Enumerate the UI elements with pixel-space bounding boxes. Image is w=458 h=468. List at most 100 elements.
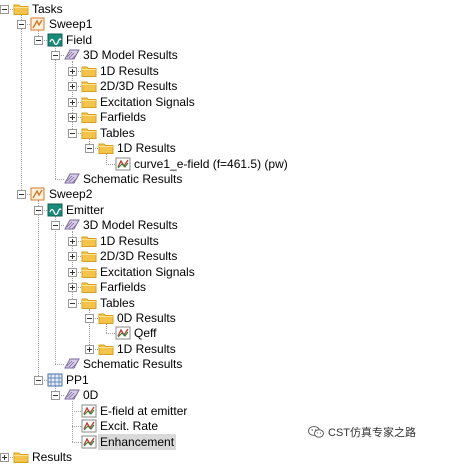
tree-item-label: 2D/3D Results (100, 79, 178, 94)
tree-item-label: Schematic Results (83, 171, 183, 186)
tree-item-tasks[interactable]: Tasks (0, 1, 458, 17)
expand-icon[interactable] (68, 267, 77, 277)
expand-icon[interactable] (68, 82, 77, 92)
collapse-icon[interactable] (0, 5, 9, 14)
tree-item-1d-results-2[interactable]: 1D Results (68, 233, 458, 249)
tree-item-3d-model-results-1[interactable]: 3D Model Results (51, 47, 458, 63)
expand-icon[interactable] (68, 66, 77, 76)
tree-item-0d-results[interactable]: 0D Results (85, 310, 458, 326)
results-icon (64, 218, 80, 232)
folder-icon (81, 234, 97, 248)
tree-item-label: 3D Model Results (83, 218, 178, 233)
folder-icon (98, 342, 114, 356)
tree-item-label: 0D Results (117, 311, 176, 325)
tree-item-excitation-signals-1[interactable]: Excitation Signals (68, 94, 458, 110)
tree-item-tables-1d-results-2[interactable]: 1D Results (85, 341, 458, 357)
tree-item-qeff[interactable]: Qeff (102, 325, 458, 341)
folder-icon (81, 79, 97, 93)
wechat-icon (308, 426, 324, 438)
collapse-icon[interactable] (51, 391, 60, 401)
tree-item-farfields-2[interactable]: Farfields (68, 279, 458, 295)
expand-icon[interactable] (68, 283, 77, 293)
curve-icon (81, 404, 97, 418)
folder-icon (81, 280, 97, 294)
sweep-icon (30, 17, 46, 31)
collapse-icon[interactable] (34, 35, 43, 45)
tree-item-emitter[interactable]: Emitter (34, 202, 458, 218)
collapse-icon[interactable] (17, 190, 26, 200)
tree-item-label: 1D Results (117, 141, 176, 156)
curve-icon (115, 157, 131, 171)
tree-item-3d-model-results-2[interactable]: 3D Model Results (51, 217, 458, 233)
tree-connector (38, 200, 39, 380)
tree-item-label: Tables (100, 125, 135, 140)
expand-icon[interactable] (0, 453, 9, 463)
tree-item-label: 1D Results (117, 341, 176, 356)
tree-item-sweep2[interactable]: Sweep2 (17, 186, 458, 202)
tree-item-label: curve1_e-field (f=461.5) (pw) (134, 156, 288, 171)
tree-connector (21, 15, 22, 195)
tree-item-label: Qeff (134, 326, 157, 341)
expand-icon[interactable] (68, 97, 77, 107)
tree-item-curve1[interactable]: curve1_e-field (f=461.5) (pw) (102, 156, 458, 172)
curve-icon (115, 326, 131, 340)
folder-icon (13, 450, 29, 464)
results-icon (64, 48, 80, 62)
monitor-icon (47, 203, 63, 217)
folder-icon (81, 126, 97, 140)
folder-icon (81, 110, 97, 124)
tree-item-schematic-results-1[interactable]: Schematic Results (51, 171, 458, 187)
collapse-icon[interactable] (85, 144, 94, 154)
tree-item-tables-2[interactable]: Tables (68, 295, 458, 311)
tree-item-tables-1d-results-1[interactable]: 1D Results (85, 140, 458, 156)
watermark-text: CST仿真专家之路 (328, 427, 416, 439)
tree-item-label: E-field at emitter (100, 403, 188, 418)
tree-item-label: Sweep2 (49, 187, 93, 202)
tree-item-label: 1D Results (100, 233, 159, 248)
tree-item-label: Field (66, 32, 93, 47)
expand-icon[interactable] (85, 344, 94, 354)
tree-item-field[interactable]: Field (34, 32, 458, 48)
expand-icon[interactable] (68, 236, 77, 246)
curve-icon (81, 419, 97, 433)
tree-item-label: Results (32, 450, 73, 465)
tree-item-2d3d-results-1[interactable]: 2D/3D Results (68, 78, 458, 94)
collapse-icon[interactable] (51, 51, 60, 61)
tree-item-excitation-signals-2[interactable]: Excitation Signals (68, 264, 458, 280)
tree-item-label: Farfields (100, 280, 147, 295)
tree-item-sweep1[interactable]: Sweep1 (17, 16, 458, 32)
results-icon (64, 357, 80, 371)
tree-item-0d[interactable]: 0D (51, 387, 458, 403)
tree-item-2d3d-results-2[interactable]: 2D/3D Results (68, 248, 458, 264)
expand-icon[interactable] (68, 113, 77, 123)
tree-item-pp1[interactable]: PP1 (34, 372, 458, 388)
expand-icon[interactable] (68, 252, 77, 262)
tree-item-label: Tasks (32, 2, 63, 16)
folder-icon (81, 95, 97, 109)
tree-item-label: PP1 (66, 372, 89, 387)
curve-icon (81, 435, 97, 449)
collapse-icon[interactable] (17, 20, 26, 30)
folder-icon (81, 296, 97, 310)
collapse-icon[interactable] (68, 298, 77, 308)
collapse-icon[interactable] (51, 221, 60, 231)
folder-icon (81, 249, 97, 263)
tree-item-label: Excitation Signals (100, 264, 195, 279)
collapse-icon[interactable] (34, 375, 43, 385)
tree-item-label: Excitation Signals (100, 94, 195, 109)
folder-icon (13, 2, 29, 16)
collapse-icon[interactable] (68, 128, 77, 138)
tree-item-farfields-1[interactable]: Farfields (68, 109, 458, 125)
tree-item-label: 1D Results (100, 63, 159, 78)
monitor-icon (47, 33, 63, 47)
tree-item-tables-1[interactable]: Tables (68, 125, 458, 141)
tree-item-e-field-at-emitter[interactable]: E-field at emitter (68, 403, 458, 419)
tree-item-schematic-results-2[interactable]: Schematic Results (51, 356, 458, 372)
tree-item-results[interactable]: Results (0, 449, 458, 465)
tree-item-1d-results-1[interactable]: 1D Results (68, 63, 458, 79)
tree-item-label: Emitter (66, 202, 105, 217)
tree-item-label: Sweep1 (49, 17, 93, 32)
collapse-icon[interactable] (85, 314, 94, 323)
collapse-icon[interactable] (34, 205, 43, 215)
tree-item-label: Farfields (100, 110, 147, 125)
